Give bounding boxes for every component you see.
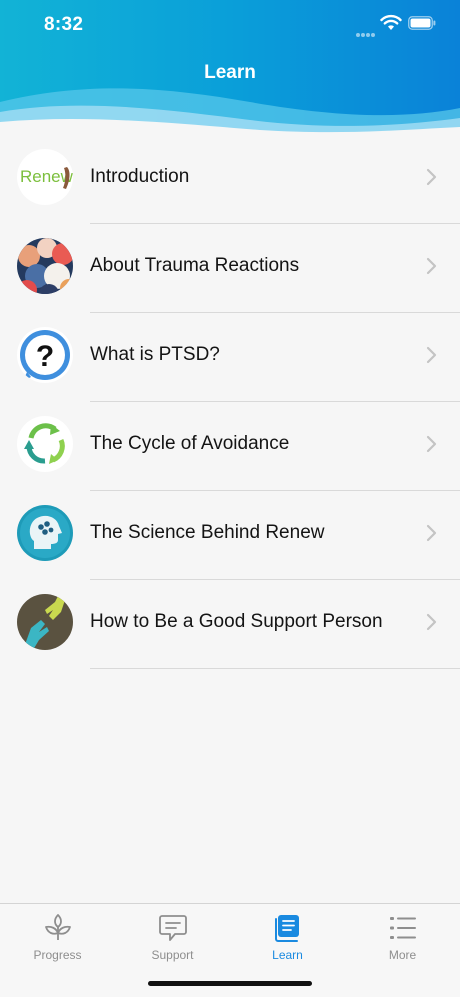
list-item-label: What is PTSD? <box>90 344 220 365</box>
chevron-right-icon <box>426 435 437 453</box>
chevron-right-icon <box>426 346 437 364</box>
list-item-science-behind-renew[interactable]: The Science Behind Renew <box>0 491 460 580</box>
list-item-what-is-ptsd[interactable]: ? What is PTSD? <box>0 313 460 402</box>
home-indicator <box>148 981 312 986</box>
page-title: Learn <box>204 62 256 83</box>
learn-list: Renew Introduction About Trauma Reaction… <box>0 135 460 669</box>
book-icon <box>274 915 299 942</box>
chevron-right-icon <box>426 257 437 275</box>
tab-label: Support <box>151 948 194 962</box>
list-item-introduction[interactable]: Renew Introduction <box>0 135 460 224</box>
brain-head-thumbnail <box>17 505 73 561</box>
renew-logo-thumbnail: Renew <box>17 149 73 205</box>
speech-bubble-icon <box>158 915 187 941</box>
header-wave <box>0 88 460 135</box>
tab-learn[interactable]: Learn <box>230 910 345 970</box>
header: 8:32 Learn <box>0 0 460 135</box>
list-item-label: How to Be a Good Support Person <box>90 611 383 632</box>
status-time: 8:32 <box>44 14 84 35</box>
tab-label: Progress <box>33 948 82 962</box>
divider <box>90 668 460 669</box>
tab-support[interactable]: Support <box>115 910 230 970</box>
list-item-label: The Science Behind Renew <box>90 522 325 543</box>
chevron-right-icon <box>426 168 437 186</box>
list-item-cycle-of-avoidance[interactable]: The Cycle of Avoidance <box>0 402 460 491</box>
tab-label: More <box>388 948 417 962</box>
list-item-label: About Trauma Reactions <box>90 255 300 276</box>
svg-text:?: ? <box>36 340 54 373</box>
tab-progress[interactable]: Progress <box>0 910 115 970</box>
people-heads-thumbnail <box>17 238 73 294</box>
chevron-right-icon <box>426 524 437 542</box>
status-bar: 8:32 <box>0 0 460 50</box>
question-mark-thumbnail: ? <box>17 327 73 383</box>
wifi-icon <box>380 14 402 30</box>
list-item-label: The Cycle of Avoidance <box>90 433 290 454</box>
signal-dots-icon <box>356 24 376 37</box>
battery-icon <box>408 16 436 30</box>
sprout-icon <box>44 914 71 940</box>
list-item-about-trauma-reactions[interactable]: About Trauma Reactions <box>0 224 460 313</box>
list-item-label: Introduction <box>90 166 190 187</box>
chevron-right-icon <box>426 613 437 631</box>
tab-more[interactable]: More <box>345 910 460 970</box>
list-icon <box>389 917 416 939</box>
cycle-arrows-thumbnail <box>17 416 73 472</box>
list-item-good-support-person[interactable]: How to Be a Good Support Person <box>0 580 460 669</box>
tab-label: Learn <box>272 948 303 962</box>
reaching-hands-thumbnail <box>17 594 73 650</box>
